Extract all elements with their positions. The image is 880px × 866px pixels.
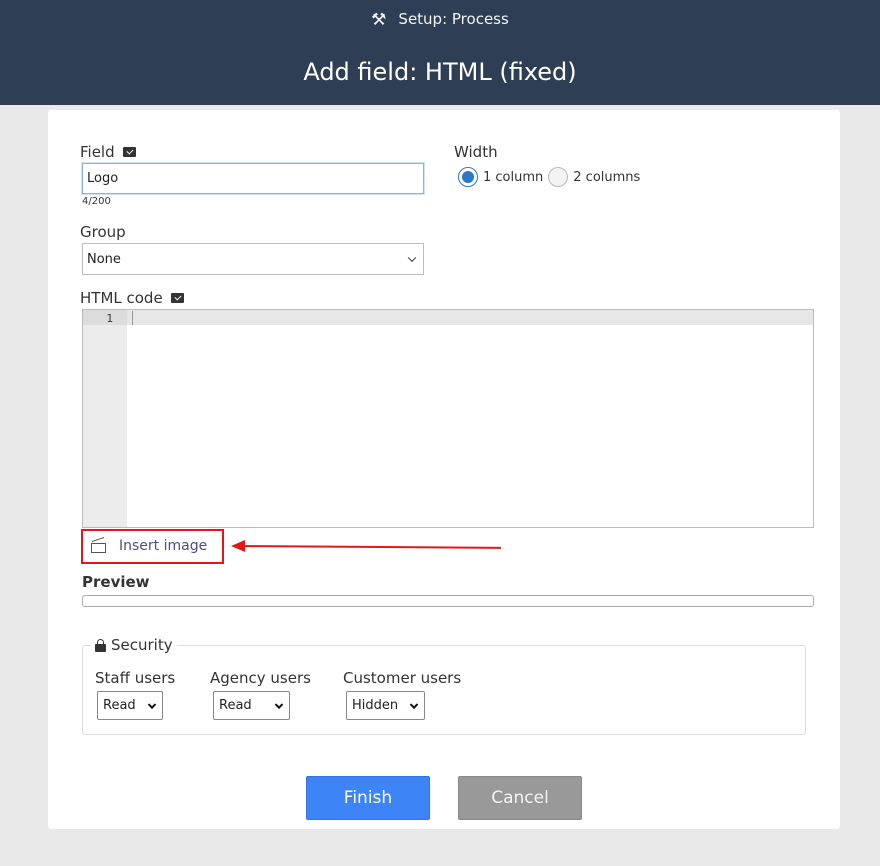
text-cursor bbox=[132, 311, 133, 325]
chevron-down-icon bbox=[407, 253, 417, 263]
active-line-highlight bbox=[83, 310, 813, 325]
insert-image-link[interactable]: Insert image bbox=[91, 537, 208, 554]
agency-users-label: Agency users bbox=[210, 669, 311, 687]
group-label: Group bbox=[80, 223, 126, 241]
annotation-highlight-box: Insert image bbox=[81, 529, 224, 564]
radio-2-columns-label[interactable]: 2 columns bbox=[573, 170, 640, 185]
group-select[interactable]: None bbox=[82, 243, 424, 275]
customer-users-label: Customer users bbox=[343, 669, 462, 687]
security-legend: Security bbox=[91, 636, 177, 654]
field-label: Field bbox=[80, 143, 115, 161]
image-icon bbox=[91, 537, 107, 553]
preview-label: Preview bbox=[82, 573, 150, 591]
edit-icon bbox=[170, 293, 184, 303]
form-card: Field Logo 4/200 Width 1 column 2 column… bbox=[48, 110, 840, 829]
chevron-down-icon bbox=[409, 700, 419, 709]
chevron-down-icon bbox=[147, 700, 157, 709]
customer-users-value: Hidden bbox=[352, 698, 399, 713]
staff-users-value: Read bbox=[103, 698, 136, 713]
security-legend-label: Security bbox=[111, 636, 173, 654]
staff-users-select[interactable]: Read bbox=[97, 691, 163, 720]
finish-button[interactable]: Finish bbox=[306, 776, 430, 820]
editor-gutter bbox=[83, 310, 127, 527]
width-radio-group: 1 column 2 columns bbox=[458, 167, 645, 187]
staff-users-label: Staff users bbox=[95, 669, 176, 687]
breadcrumb[interactable]: ⚒ Setup: Process bbox=[0, 10, 880, 30]
html-code-label: HTML code bbox=[80, 289, 163, 307]
page-title: Add field: HTML (fixed) bbox=[303, 58, 577, 86]
lock-icon bbox=[95, 638, 106, 652]
cancel-button[interactable]: Cancel bbox=[458, 776, 582, 820]
line-number: 1 bbox=[106, 312, 113, 325]
page-header: ⚒ Setup: Process Add field: HTML (fixed) bbox=[0, 0, 880, 105]
agency-users-value: Read bbox=[219, 698, 252, 713]
radio-1-column[interactable] bbox=[458, 167, 478, 187]
security-fieldset: Security Staff users Read Agency users R… bbox=[82, 636, 806, 735]
chevron-down-icon bbox=[274, 700, 284, 709]
radio-1-column-label[interactable]: 1 column bbox=[483, 170, 543, 185]
width-label: Width bbox=[454, 143, 498, 161]
field-name-value: Logo bbox=[87, 171, 119, 186]
character-counter: 4/200 bbox=[82, 196, 111, 207]
field-name-input[interactable]: Logo bbox=[82, 163, 424, 194]
breadcrumb-label: Setup: Process bbox=[398, 10, 509, 28]
field-label-row: Field bbox=[80, 143, 136, 161]
radio-2-columns[interactable] bbox=[548, 167, 569, 187]
agency-users-select[interactable]: Read bbox=[213, 691, 290, 720]
annotation-arrow-head bbox=[231, 540, 245, 552]
preview-area bbox=[82, 595, 814, 607]
html-code-editor[interactable]: 1 bbox=[82, 309, 814, 528]
tools-icon: ⚒ bbox=[371, 10, 387, 30]
group-select-value: None bbox=[87, 251, 121, 267]
edit-icon bbox=[122, 147, 136, 157]
customer-users-select[interactable]: Hidden bbox=[346, 691, 425, 720]
html-code-label-row: HTML code bbox=[80, 289, 184, 307]
insert-image-label: Insert image bbox=[119, 538, 208, 554]
